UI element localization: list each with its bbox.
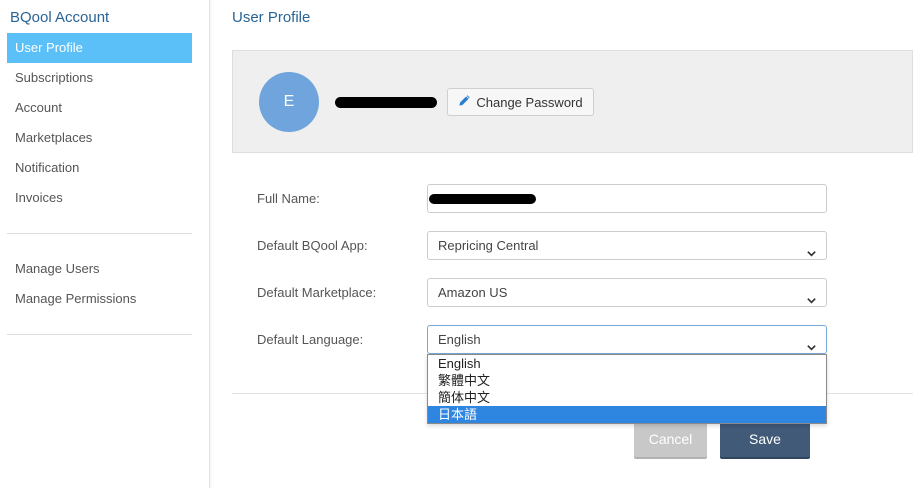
default-marketplace-value: Amazon US (438, 285, 508, 300)
sidebar-item-account[interactable]: Account (7, 93, 192, 123)
save-button[interactable]: Save (720, 420, 810, 457)
chevron-down-icon (806, 335, 817, 351)
language-dropdown-list: English 繁體中文 簡体中文 日本語 (427, 354, 827, 424)
sidebar: BQool Account User Profile Subscriptions… (0, 0, 210, 488)
cancel-button[interactable]: Cancel (634, 420, 707, 457)
change-password-label: Change Password (476, 94, 583, 110)
profile-panel: E Change Password (232, 50, 913, 153)
default-language-label: Default Language: (257, 332, 364, 347)
sidebar-item-marketplaces[interactable]: Marketplaces (7, 123, 192, 153)
chevron-down-icon (806, 241, 817, 257)
sidebar-item-subscriptions[interactable]: Subscriptions (7, 63, 192, 93)
default-marketplace-select[interactable]: Amazon US (427, 278, 827, 307)
default-language-value: English (438, 332, 481, 347)
language-option-english[interactable]: English (428, 355, 826, 372)
language-option-simplified-chinese[interactable]: 簡体中文 (428, 389, 826, 406)
default-app-select[interactable]: Repricing Central (427, 231, 827, 260)
redacted-email (335, 97, 437, 108)
default-marketplace-label: Default Marketplace: (257, 285, 377, 300)
full-name-label: Full Name: (257, 191, 320, 206)
full-name-input[interactable] (427, 184, 827, 213)
default-app-value: Repricing Central (438, 238, 539, 253)
redacted-full-name (429, 194, 536, 204)
sidebar-item-manage-users[interactable]: Manage Users (7, 254, 192, 284)
change-password-button[interactable]: Change Password (447, 88, 594, 116)
default-app-label: Default BQool App: (257, 238, 368, 253)
sidebar-item-manage-permissions[interactable]: Manage Permissions (7, 284, 192, 314)
sidebar-title: BQool Account (10, 9, 110, 26)
sidebar-item-user-profile[interactable]: User Profile (7, 33, 192, 63)
language-option-japanese[interactable]: 日本語 (428, 406, 826, 423)
default-language-select[interactable]: English (427, 325, 827, 354)
page-title: User Profile (232, 9, 311, 26)
sidebar-divider (7, 334, 192, 335)
sidebar-item-notification[interactable]: Notification (7, 153, 192, 183)
chevron-down-icon (806, 288, 817, 304)
language-option-traditional-chinese[interactable]: 繁體中文 (428, 372, 826, 389)
avatar: E (259, 72, 319, 132)
sidebar-item-invoices[interactable]: Invoices (7, 183, 192, 213)
sidebar-divider (7, 233, 192, 234)
pencil-icon (458, 94, 471, 110)
